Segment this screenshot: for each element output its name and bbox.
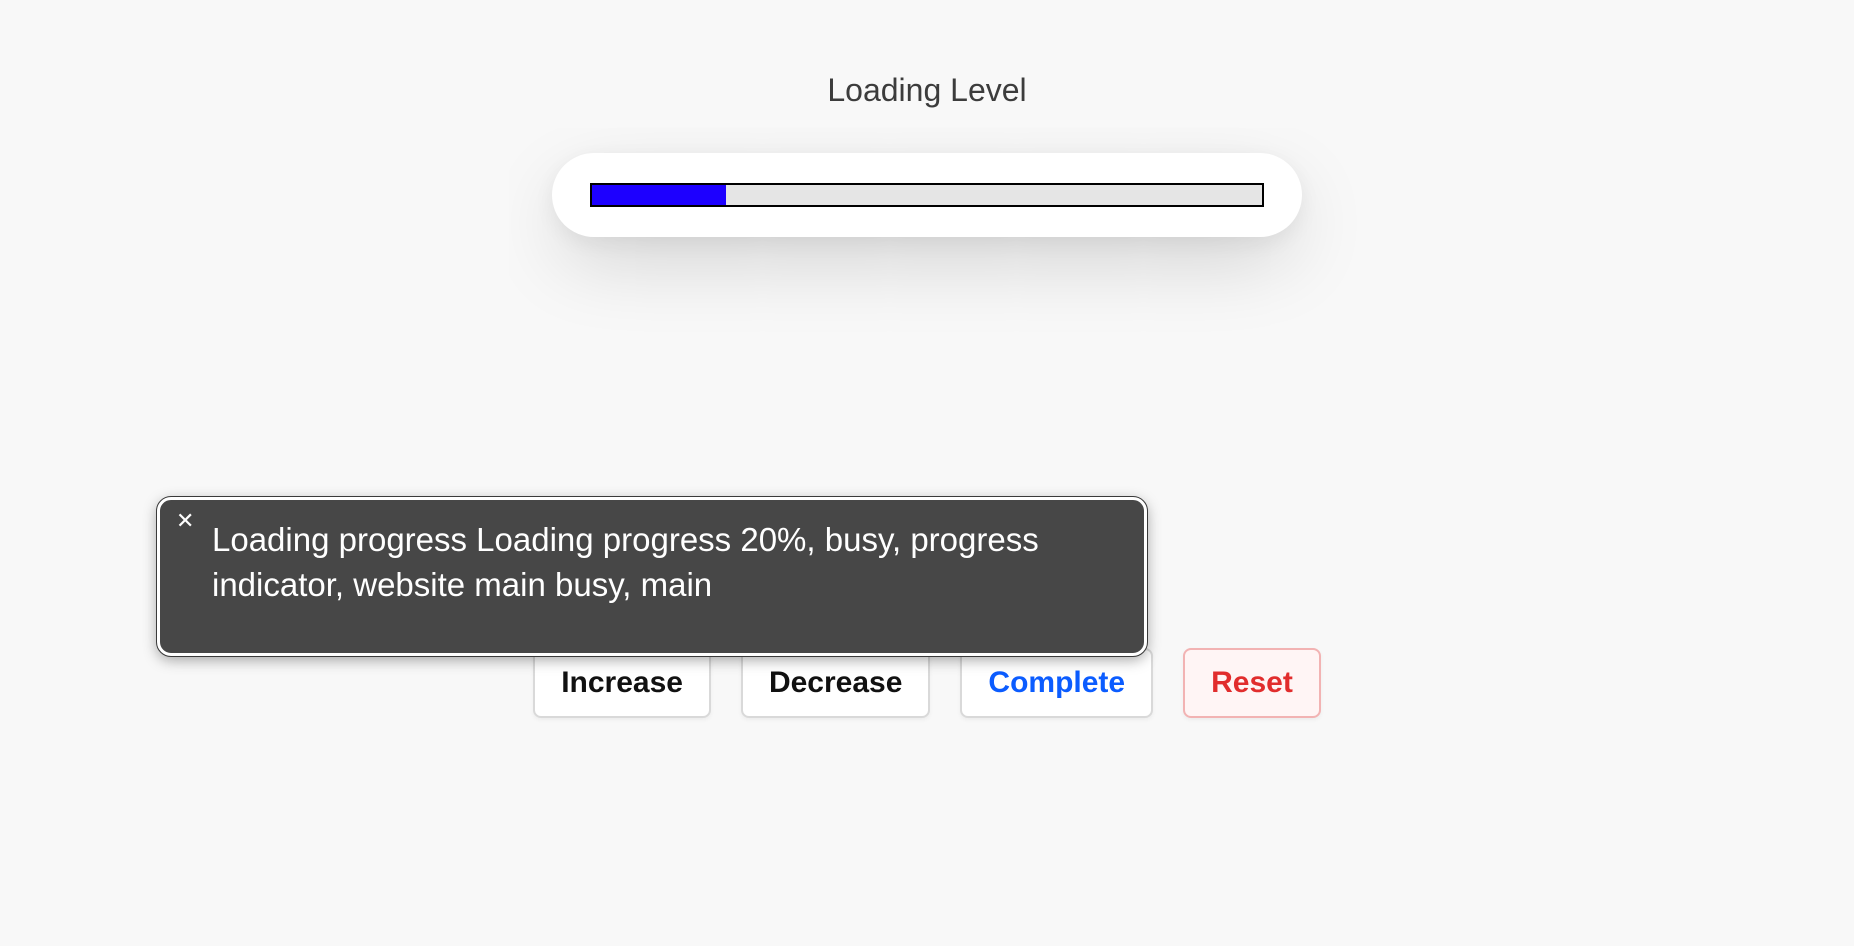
- progress-card: [552, 153, 1302, 237]
- progress-bar-fill: [592, 185, 726, 205]
- page-title: Loading Level: [0, 72, 1854, 109]
- complete-button[interactable]: Complete: [960, 648, 1153, 718]
- controls-row: Increase Decrease Complete Reset: [0, 648, 1854, 718]
- progress-bar: [590, 183, 1264, 207]
- accessibility-announcement-tooltip: ✕ Loading progress Loading progress 20%,…: [157, 497, 1147, 656]
- tooltip-text: Loading progress Loading progress 20%, b…: [212, 521, 1039, 603]
- main-content: Loading Level Increase Decrease Complete…: [0, 0, 1854, 946]
- reset-button[interactable]: Reset: [1183, 648, 1321, 718]
- decrease-button[interactable]: Decrease: [741, 648, 930, 718]
- increase-button[interactable]: Increase: [533, 648, 711, 718]
- close-icon[interactable]: ✕: [176, 510, 194, 532]
